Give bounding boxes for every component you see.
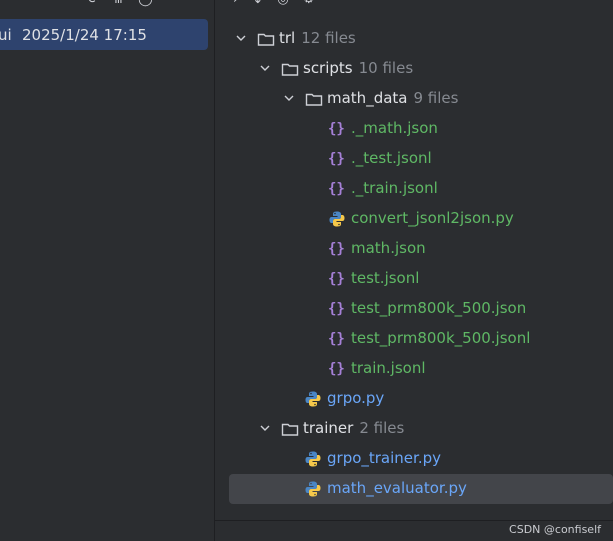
file-name: ._test.jsonl — [351, 149, 432, 167]
file-row[interactable]: {} ._math.json — [215, 114, 613, 144]
folder-icon — [305, 90, 323, 108]
json-file-icon: {} — [328, 151, 345, 167]
chevron-down-icon[interactable] — [257, 54, 273, 84]
file-name: train.jsonl — [351, 359, 426, 377]
tree-row-trl[interactable]: trl 12 files — [215, 24, 613, 54]
python-file-icon — [304, 480, 322, 498]
history-item-selected[interactable]: ui 2025/1/24 17:15 — [0, 19, 208, 50]
json-file-icon: {} — [328, 301, 345, 317]
file-row[interactable]: {} ._test.jsonl — [215, 144, 613, 174]
file-name: grpo.py — [327, 389, 385, 407]
tree-toolbar: › ↕ ◎ ⚙ — [233, 0, 325, 7]
json-file-icon: {} — [328, 361, 345, 377]
file-row[interactable]: {} ._train.jsonl — [215, 174, 613, 204]
tree-row-scripts[interactable]: scripts 10 files — [215, 54, 613, 84]
file-row[interactable]: {} math.json — [215, 234, 613, 264]
json-file-icon: {} — [328, 181, 345, 197]
json-file-icon: {} — [328, 241, 345, 257]
options-icon[interactable]: ⚙ — [303, 0, 315, 7]
file-count-math-data: 9 files — [413, 89, 459, 107]
file-row[interactable]: {} test_prm800k_500.jsonl — [215, 324, 613, 354]
project-tree-panel: › ↕ ◎ ⚙ trl 12 files scripts 10 files — [215, 0, 613, 541]
history-label-fragment: ui — [0, 26, 12, 44]
folder-icon — [281, 60, 299, 78]
python-file-icon — [304, 390, 322, 408]
file-name: ._math.json — [351, 119, 438, 137]
file-name: math_evaluator.py — [327, 479, 467, 497]
watermark: CSDN @confiself — [509, 523, 601, 536]
chevron-down-icon[interactable] — [281, 84, 297, 114]
file-name: math.json — [351, 239, 426, 257]
file-name: grpo_trainer.py — [327, 449, 441, 467]
refresh-icon[interactable]: ⟳ — [88, 0, 99, 7]
file-row[interactable]: convert_jsonl2json.py — [215, 204, 613, 234]
file-name: test_prm800k_500.json — [351, 299, 527, 317]
settings-icon[interactable]: ◯ — [138, 0, 153, 7]
tree-row-trainer[interactable]: trainer 2 files — [215, 414, 613, 444]
file-row[interactable]: {} test_prm800k_500.json — [215, 294, 613, 324]
folder-icon — [257, 30, 275, 48]
left-panel: ⟳ ⋔ ◯ ui 2025/1/24 17:15 — [0, 0, 214, 541]
left-toolbar: ⟳ ⋔ ◯ — [88, 0, 163, 7]
folder-icon — [281, 420, 299, 438]
json-file-icon: {} — [328, 121, 345, 137]
tree-row-math-data[interactable]: math_data 9 files — [215, 84, 613, 114]
file-row[interactable]: grpo.py — [215, 384, 613, 414]
file-name: test_prm800k_500.jsonl — [351, 329, 531, 347]
history-timestamp: 2025/1/24 17:15 — [22, 26, 147, 44]
json-file-icon: {} — [328, 271, 345, 287]
python-file-icon — [304, 450, 322, 468]
folder-name-math-data: math_data — [327, 89, 408, 107]
file-name: test.jsonl — [351, 269, 420, 287]
file-row-selected[interactable]: math_evaluator.py — [229, 474, 613, 504]
file-name: ._train.jsonl — [351, 179, 438, 197]
file-name: convert_jsonl2json.py — [351, 209, 514, 227]
folder-name-scripts: scripts — [303, 59, 353, 77]
file-row[interactable]: {} train.jsonl — [215, 354, 613, 384]
file-count-scripts: 10 files — [358, 59, 414, 77]
file-count-trl: 12 files — [301, 29, 356, 47]
file-row[interactable]: grpo_trainer.py — [215, 444, 613, 474]
python-file-icon — [328, 210, 346, 228]
folder-name-trainer: trainer — [303, 419, 354, 437]
bottom-divider — [215, 520, 613, 521]
expand-icon[interactable]: › — [233, 0, 238, 7]
chevron-down-icon[interactable] — [257, 414, 273, 444]
collapse-icon[interactable]: ↕ — [252, 0, 263, 7]
folder-name-trl: trl — [279, 29, 296, 47]
chevron-down-icon[interactable] — [233, 24, 249, 54]
file-row[interactable]: {} test.jsonl — [215, 264, 613, 294]
locate-icon[interactable]: ◎ — [277, 0, 288, 7]
file-count-trainer: 2 files — [359, 419, 405, 437]
tree-icon[interactable]: ⋔ — [113, 0, 124, 7]
json-file-icon: {} — [328, 331, 345, 347]
